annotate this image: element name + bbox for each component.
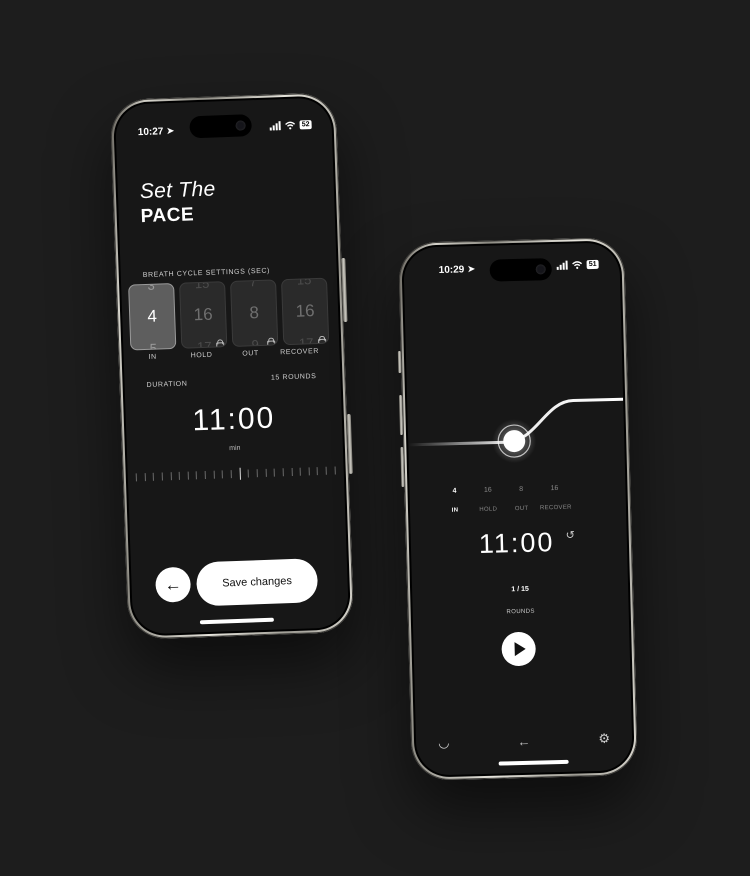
volume-down-button <box>400 446 405 488</box>
lock-icon <box>216 342 225 349</box>
back-button[interactable]: ← <box>154 566 192 603</box>
bottom-nav: ◡ ← ⚙ <box>438 731 610 751</box>
settings-screen: 10:27 ➤ 52 Set The PACE BREATH CYCLE SET… <box>114 97 350 635</box>
picker-prev: 3 <box>147 282 156 293</box>
reset-icon[interactable]: ↺ <box>566 529 576 542</box>
picker-prev: 15 <box>194 281 210 292</box>
side-button <box>341 257 348 323</box>
breath-pickers: 3 4 5 15 16 17 7 8 9 15 16 17 <box>128 277 335 351</box>
picker-hold[interactable]: 15 16 17 <box>179 281 228 349</box>
save-changes-button[interactable]: Save changes <box>195 558 319 607</box>
lock-icon <box>318 338 327 346</box>
cycle-settings-label: BREATH CYCLE SETTINGS (SEC) <box>142 267 271 280</box>
location-arrow-icon: ➤ <box>466 264 476 276</box>
lock-icon <box>267 340 276 347</box>
label-hold: HOLD <box>479 506 498 514</box>
signal-icon <box>269 121 282 131</box>
value-out: 8 <box>519 485 524 493</box>
wifi-icon <box>285 121 296 130</box>
label-out: OUT <box>514 505 529 513</box>
closed-eye-icon[interactable]: ◡ <box>438 735 450 751</box>
home-indicator <box>498 759 569 766</box>
session-time: 11:00 <box>478 527 555 560</box>
label-in: IN <box>451 507 459 514</box>
title-italic: Set The <box>139 177 216 204</box>
picker-labels: IN HOLD OUT RECOVER <box>131 347 336 361</box>
side-button-lower <box>346 413 353 474</box>
picker-value: 4 <box>147 306 158 326</box>
picker-value: 16 <box>193 304 213 325</box>
dynamic-island <box>189 114 252 139</box>
picker-next: 5 <box>149 340 158 351</box>
slider-indicator[interactable] <box>239 467 241 480</box>
value-hold: 16 <box>483 486 492 494</box>
label-out: OUT <box>242 350 259 358</box>
dynamic-island <box>489 258 553 282</box>
battery-icon: 52 <box>299 120 312 130</box>
value-recover: 16 <box>550 484 559 493</box>
value-in: 4 <box>452 487 457 495</box>
picker-recover[interactable]: 15 16 17 <box>281 277 330 346</box>
status-icons: 52 <box>269 120 312 131</box>
status-time: 10:29 ➤ <box>438 264 476 276</box>
picker-prev: 7 <box>249 279 257 290</box>
duration-unit: min <box>229 444 241 453</box>
label-recover: RECOVER <box>539 504 572 512</box>
battery-icon: 51 <box>586 259 599 270</box>
rounds-label: 15 ROUNDS <box>270 373 317 382</box>
rounds-label: ROUNDS <box>506 608 535 616</box>
volume-up-button <box>398 394 404 436</box>
label-hold: HOLD <box>190 351 213 360</box>
phase-labels: IN HOLD OUT RECOVER <box>440 504 572 514</box>
phone-session: 10:29 ➤ 51 4 16 8 16 IN HOLD OUT RECOVER… <box>397 237 639 781</box>
label-in: IN <box>148 353 157 361</box>
duration-label: DURATION <box>146 380 188 389</box>
title-bold: PACE <box>140 204 195 228</box>
settings-gear-icon[interactable]: ⚙ <box>598 731 610 747</box>
back-arrow-icon[interactable]: ← <box>517 733 530 748</box>
duration-time: 11:00 <box>191 401 276 438</box>
action-button <box>397 351 402 374</box>
signal-icon <box>556 260 568 270</box>
picker-value: 8 <box>249 303 260 323</box>
picker-out[interactable]: 7 8 9 <box>230 279 279 347</box>
picker-in[interactable]: 3 4 5 <box>128 282 177 351</box>
status-icons: 51 <box>556 259 599 270</box>
label-recover: RECOVER <box>280 347 320 357</box>
breath-curve <box>406 397 625 464</box>
round-counter: 1 / 15 <box>511 585 529 594</box>
picker-value: 16 <box>295 301 315 321</box>
wifi-icon <box>572 261 583 269</box>
session-screen: 10:29 ➤ 51 4 16 8 16 IN HOLD OUT RECOVER… <box>403 242 633 776</box>
picker-prev: 15 <box>296 277 312 288</box>
duration-slider[interactable] <box>135 464 336 483</box>
status-time: 10:27 ➤ <box>137 125 175 139</box>
home-indicator <box>199 617 274 625</box>
play-button[interactable] <box>501 631 537 667</box>
phone-settings: 10:27 ➤ 52 Set The PACE BREATH CYCLE SET… <box>109 92 355 640</box>
location-arrow-icon: ➤ <box>165 125 175 138</box>
